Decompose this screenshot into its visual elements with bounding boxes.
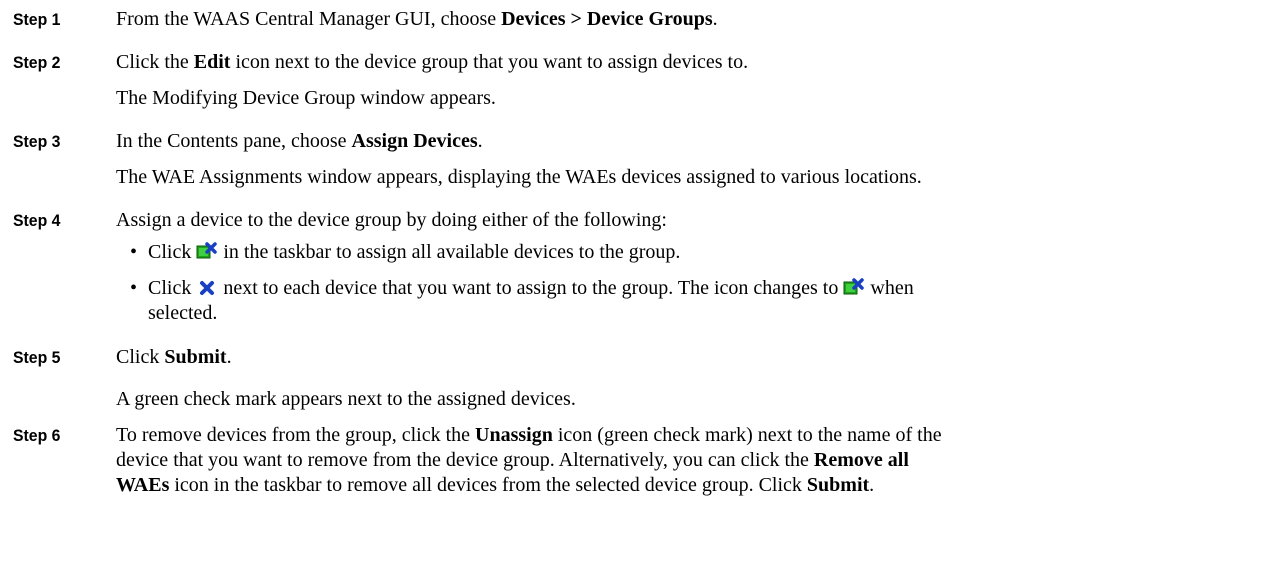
step-text: Click the Edit icon next to the device g…	[116, 51, 749, 73]
step-note: The WAE Assignments window appears, disp…	[116, 166, 922, 188]
step-text: Click Submit.	[116, 346, 232, 368]
bullet-2-text: Click next to each device that you want …	[148, 276, 914, 303]
step-text: In the Contents pane, choose Assign Devi…	[116, 130, 483, 152]
step-label: Step 2	[13, 53, 61, 72]
step-label: Step 4	[13, 211, 61, 230]
assign-all-icon	[196, 241, 218, 267]
bullet-1-text: Click in the taskbar to assign all avail…	[148, 240, 680, 267]
bullet-dot: •	[130, 241, 138, 263]
step-text: Assign a device to the device group by d…	[116, 209, 667, 231]
step-text-line-3: WAEs icon in the taskbar to remove all d…	[116, 474, 875, 496]
assign-all-icon	[843, 277, 865, 303]
bullet-2-cont: selected.	[148, 302, 218, 324]
bullet-dot: •	[130, 277, 138, 299]
step-text-line-2: device that you want to remove from the …	[116, 449, 909, 471]
procedure-document: Step 1 From the WAAS Central Manager GUI…	[0, 0, 1276, 581]
step-label: Step 1	[13, 10, 61, 29]
step-label: Step 3	[13, 132, 61, 151]
step-note: A green check mark appears next to the a…	[116, 388, 576, 410]
step-text: From the WAAS Central Manager GUI, choos…	[116, 8, 718, 30]
step-text-line-1: To remove devices from the group, click …	[116, 424, 942, 446]
step-label: Step 5	[13, 348, 61, 367]
blue-x-icon	[196, 279, 218, 303]
step-note: The Modifying Device Group window appear…	[116, 87, 496, 109]
step-label: Step 6	[13, 426, 61, 445]
